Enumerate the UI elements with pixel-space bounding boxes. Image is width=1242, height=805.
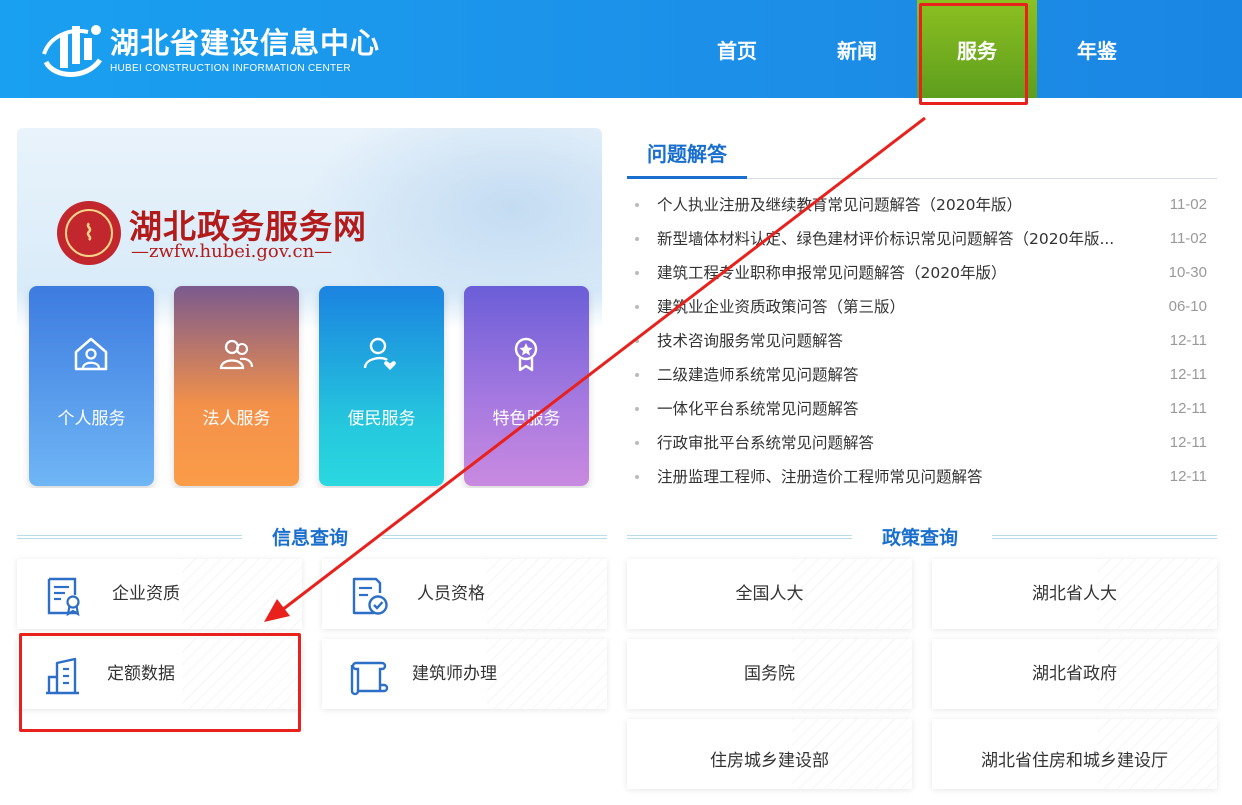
bullet-dot-icon bbox=[635, 441, 639, 445]
faq-item-date: 12-11 bbox=[1169, 332, 1207, 349]
faq-item-title: 一体化平台系统常见问题解答 bbox=[657, 400, 859, 418]
bullet-dot-icon bbox=[635, 305, 639, 309]
enterprise-qualification-card[interactable]: 企业资质 bbox=[17, 559, 302, 629]
nav-service[interactable]: 服务 bbox=[917, 0, 1037, 98]
card-label: 企业资质 bbox=[112, 584, 180, 604]
star-badge-icon bbox=[514, 337, 538, 372]
building-icon bbox=[46, 657, 79, 695]
faq-item-title: 建筑业企业资质政策问答（第三版） bbox=[657, 298, 906, 316]
faq-item-title: 新型墙体材料认定、绿色建材评价标识常见问题解答（2020年版... bbox=[657, 230, 1115, 248]
bullet-dot-icon bbox=[635, 373, 639, 377]
bullet-dot-icon bbox=[635, 271, 639, 275]
bullet-dot-icon bbox=[635, 339, 639, 343]
card-label: 人员资格 bbox=[417, 584, 485, 604]
faq-item-date: 10-30 bbox=[1168, 264, 1207, 281]
nav-home[interactable]: 首页 bbox=[677, 0, 797, 98]
service-label: 个人服务 bbox=[57, 409, 126, 429]
faq-item-date: 11-02 bbox=[1169, 196, 1207, 213]
faq-item[interactable]: 行政审批平台系统常见问题解答 12-11 bbox=[630, 426, 1215, 460]
faq-tab-title[interactable]: 问题解答 bbox=[627, 137, 747, 179]
card-label: 湖北省住房和城乡建设厅 bbox=[981, 751, 1168, 771]
faq-item-title: 行政审批平台系统常见问题解答 bbox=[657, 434, 875, 452]
card-label: 湖北省政府 bbox=[1032, 664, 1117, 684]
nav-yearbook[interactable]: 年鉴 bbox=[1037, 0, 1157, 98]
site-logo[interactable]: 湖北省建设信息中心 HUBEI CONSTRUCTION INFORMATION… bbox=[40, 18, 380, 80]
faq-item[interactable]: 一体化平台系统常见问题解答 12-11 bbox=[630, 392, 1215, 426]
policy-query-title: 政策查询 bbox=[882, 527, 959, 549]
faq-item-title: 技术咨询服务常见问题解答 bbox=[657, 332, 844, 350]
card-label: 住房城乡建设部 bbox=[710, 751, 829, 771]
service-label: 特色服务 bbox=[492, 409, 561, 429]
bullet-dot-icon bbox=[635, 475, 639, 479]
faq-item[interactable]: 建筑业企业资质政策问答（第三版） 06-10 bbox=[630, 290, 1215, 324]
bullet-dot-icon bbox=[635, 407, 639, 411]
faq-item-date: 12-11 bbox=[1169, 366, 1207, 383]
quota-data-card[interactable]: 定额数据 bbox=[17, 639, 302, 709]
service-label: 便民服务 bbox=[347, 409, 416, 429]
divider bbox=[382, 535, 607, 539]
personnel-qualification-card[interactable]: 人员资格 bbox=[322, 559, 607, 629]
hubei-housing-dept-link-card[interactable]: 湖北省住房和城乡建设厅 bbox=[932, 719, 1217, 789]
faq-item-date: 06-10 bbox=[1168, 298, 1207, 315]
emblem-seal-icon: ⌇ bbox=[57, 201, 121, 265]
card-label: 国务院 bbox=[744, 664, 795, 684]
scroll-icon bbox=[350, 661, 389, 696]
doc-check-icon bbox=[352, 577, 388, 615]
featured-service-button[interactable]: 特色服务 bbox=[464, 286, 589, 486]
faq-item[interactable]: 二级建造师系统常见问题解答 12-11 bbox=[630, 358, 1215, 392]
faq-item-date: 12-11 bbox=[1169, 434, 1207, 451]
faq-list: 个人执业注册及继续教育常见问题解答（2020年版） 11-02 新型墙体材料认定、… bbox=[630, 188, 1215, 494]
faq-item[interactable]: 建筑工程专业职称申报常见问题解答（2020年版） 10-30 bbox=[630, 256, 1215, 290]
card-label: 建筑师办理 bbox=[412, 664, 497, 684]
personal-service-button[interactable]: 个人服务 bbox=[29, 286, 154, 486]
faq-header: 问题解答 bbox=[627, 137, 1217, 179]
faq-item-date: 11-02 bbox=[1169, 230, 1207, 247]
logo-mark-icon bbox=[42, 25, 103, 77]
card-label: 定额数据 bbox=[107, 664, 175, 684]
hubei-npc-link-card[interactable]: 湖北省人大 bbox=[932, 559, 1217, 629]
policy-query-header: 政策查询 bbox=[627, 521, 1217, 551]
people-group-icon bbox=[219, 339, 254, 370]
divider bbox=[627, 535, 852, 539]
hubei-government-link-card[interactable]: 湖北省政府 bbox=[932, 639, 1217, 709]
faq-item[interactable]: 注册监理工程师、注册造价工程师常见问题解答 12-11 bbox=[630, 460, 1215, 494]
faq-item-date: 12-11 bbox=[1169, 468, 1207, 485]
faq-item[interactable]: 个人执业注册及继续教育常见问题解答（2020年版） 11-02 bbox=[630, 188, 1215, 222]
legal-person-service-button[interactable]: 法人服务 bbox=[174, 286, 299, 486]
faq-item-date: 12-11 bbox=[1169, 400, 1207, 417]
divider bbox=[992, 535, 1217, 539]
card-label: 湖北省人大 bbox=[1032, 584, 1117, 604]
faq-item[interactable]: 技术咨询服务常见问题解答 12-11 bbox=[630, 324, 1215, 358]
faq-item-title: 个人执业注册及继续教育常见问题解答（2020年版） bbox=[657, 196, 1022, 214]
person-heart-icon bbox=[363, 337, 396, 370]
divider bbox=[17, 535, 242, 539]
banner-url: —zwfw.hubei.gov.cn— bbox=[131, 241, 333, 262]
nav-news[interactable]: 新闻 bbox=[797, 0, 917, 98]
faq-item-title: 注册监理工程师、注册造价工程师常见问题解答 bbox=[657, 468, 983, 486]
site-header: 湖北省建设信息中心 HUBEI CONSTRUCTION INFORMATION… bbox=[0, 0, 1242, 98]
info-query-header: 信息查询 bbox=[17, 521, 607, 551]
npc-link-card[interactable]: 全国人大 bbox=[627, 559, 912, 629]
faq-item[interactable]: 新型墙体材料认定、绿色建材评价标识常见问题解答（2020年版... 11-02 bbox=[630, 222, 1215, 256]
bullet-dot-icon bbox=[635, 237, 639, 241]
faq-item-title: 建筑工程专业职称申报常见问题解答（2020年版） bbox=[657, 264, 1007, 282]
info-query-title: 信息查询 bbox=[272, 527, 349, 549]
site-name-en: HUBEI CONSTRUCTION INFORMATION CENTER bbox=[110, 62, 351, 74]
service-label: 法人服务 bbox=[202, 409, 271, 429]
architect-handling-card[interactable]: 建筑师办理 bbox=[322, 639, 607, 709]
faq-item-title: 二级建造师系统常见问题解答 bbox=[657, 366, 859, 384]
public-service-button[interactable]: 便民服务 bbox=[319, 286, 444, 486]
site-name-cn: 湖北省建设信息中心 bbox=[110, 25, 381, 60]
state-council-link-card[interactable]: 国务院 bbox=[627, 639, 912, 709]
main-nav: 首页 新闻 服务 年鉴 bbox=[677, 0, 1157, 98]
mohurd-link-card[interactable]: 住房城乡建设部 bbox=[627, 719, 912, 789]
gov-service-banner[interactable]: ⌇ 湖北政务服务网 —zwfw.hubei.gov.cn— 个人服务 法人服务 … bbox=[17, 128, 602, 488]
house-person-icon bbox=[74, 337, 108, 371]
card-label: 全国人大 bbox=[735, 584, 804, 604]
bullet-dot-icon bbox=[635, 203, 639, 207]
certificate-doc-icon bbox=[47, 577, 80, 617]
